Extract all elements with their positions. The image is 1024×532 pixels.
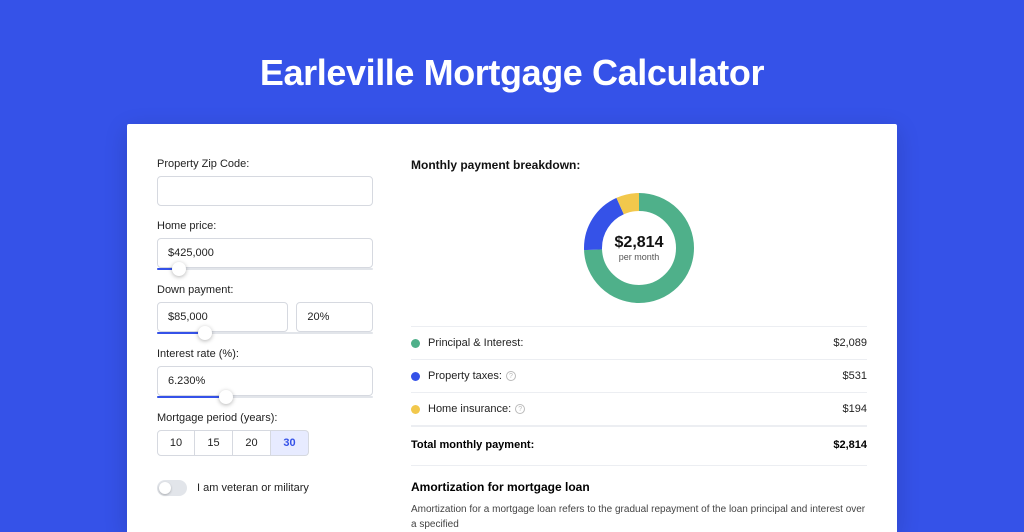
home-price-slider[interactable] — [157, 268, 373, 270]
home-price-input[interactable] — [157, 238, 373, 268]
info-icon[interactable]: ? — [506, 371, 516, 381]
total-label: Total monthly payment: — [411, 439, 534, 451]
period-option-15[interactable]: 15 — [195, 430, 233, 456]
legend-value: $531 — [843, 370, 867, 382]
zip-label: Property Zip Code: — [157, 158, 373, 170]
period-group: 10 15 20 30 — [157, 430, 373, 456]
down-payment-input[interactable] — [157, 302, 288, 332]
amortization-title: Amortization for mortgage loan — [411, 480, 867, 494]
interest-label: Interest rate (%): — [157, 348, 373, 360]
interest-slider[interactable] — [157, 396, 373, 398]
slider-thumb[interactable] — [172, 262, 186, 276]
legend-row-insurance: Home insurance: ? $194 — [411, 393, 867, 426]
veteran-label: I am veteran or military — [197, 482, 309, 494]
donut-sub: per month — [619, 252, 660, 262]
donut-amount: $2,814 — [615, 234, 664, 252]
legend-label: Property taxes: ? — [428, 370, 843, 382]
period-label: Mortgage period (years): — [157, 412, 373, 424]
slider-thumb[interactable] — [198, 326, 212, 340]
legend-dot — [411, 405, 420, 414]
toggle-knob — [159, 482, 171, 494]
slider-thumb[interactable] — [219, 390, 233, 404]
calculator-card: Property Zip Code: Home price: Down paym… — [127, 124, 897, 532]
total-row: Total monthly payment: $2,814 — [411, 426, 867, 465]
form-panel: Property Zip Code: Home price: Down paym… — [127, 124, 397, 532]
total-value: $2,814 — [833, 439, 867, 451]
breakdown-panel: Monthly payment breakdown: $2,814 per mo… — [397, 124, 897, 532]
down-payment-label: Down payment: — [157, 284, 373, 296]
legend-label: Home insurance: ? — [428, 403, 843, 415]
legend-dot — [411, 339, 420, 348]
info-icon[interactable]: ? — [515, 404, 525, 414]
donut-chart: $2,814 per month — [579, 188, 699, 308]
legend-row-taxes: Property taxes: ? $531 — [411, 360, 867, 393]
period-option-30[interactable]: 30 — [271, 430, 309, 456]
zip-input[interactable] — [157, 176, 373, 206]
legend-label: Principal & Interest: — [428, 337, 833, 349]
donut-chart-wrap: $2,814 per month — [411, 182, 867, 327]
veteran-toggle[interactable] — [157, 480, 187, 496]
breakdown-title: Monthly payment breakdown: — [411, 158, 867, 172]
page-title: Earleville Mortgage Calculator — [0, 0, 1024, 124]
amortization-text: Amortization for a mortgage loan refers … — [411, 502, 867, 532]
home-price-label: Home price: — [157, 220, 373, 232]
down-payment-percent-input[interactable] — [296, 302, 373, 332]
legend-dot — [411, 372, 420, 381]
legend-value: $194 — [843, 403, 867, 415]
amortization-section: Amortization for mortgage loan Amortizat… — [411, 465, 867, 532]
period-option-20[interactable]: 20 — [233, 430, 271, 456]
legend-row-principal: Principal & Interest: $2,089 — [411, 327, 867, 360]
interest-input[interactable] — [157, 366, 373, 396]
legend-value: $2,089 — [833, 337, 867, 349]
period-option-10[interactable]: 10 — [157, 430, 195, 456]
down-payment-slider[interactable] — [157, 332, 373, 334]
